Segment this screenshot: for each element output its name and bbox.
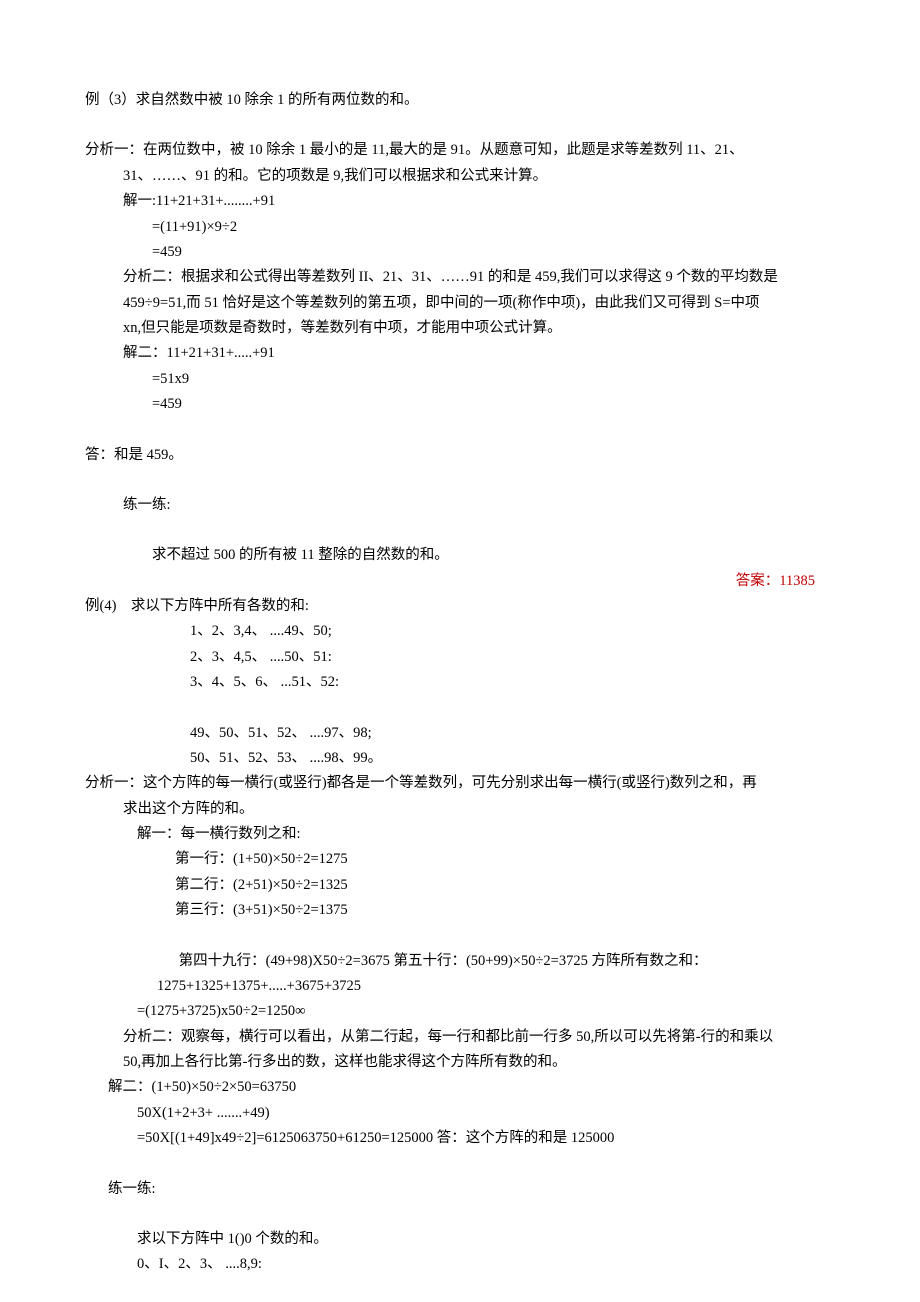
ex4-sol1-row1: 第一行：(1+50)×50÷2=1275 xyxy=(85,847,835,872)
ex4-practice-title: 练一练: xyxy=(85,1177,835,1202)
ex3-analysis1-line1: 分析一：在两位数中，被 10 除余 1 最小的是 11,最大的是 91。从题意可… xyxy=(85,138,835,163)
ex4-matrix-row3: 3、4、5、6、 ...51、52: xyxy=(85,670,835,695)
ex4-analysis1-line1: 分析一：这个方阵的每一横行(或竖行)都各是一个等差数列，可先分别求出每一横行(或… xyxy=(85,771,835,796)
ex4-sol2-line1: 解二：(1+50)×50÷2×50=63750 xyxy=(85,1075,835,1100)
ex3-sol2-line3: =459 xyxy=(85,392,835,417)
ex3-practice-answer: 答案：11385 xyxy=(736,569,815,594)
ex4-sol1-row3: 第三行：(3+51)×50÷2=1375 xyxy=(85,898,835,923)
ex3-sol1-line2: =(11+91)×9÷2 xyxy=(85,215,835,240)
ex4-analysis1-line2: 求出这个方阵的和。 xyxy=(85,797,835,822)
ex3-sol1-line3: =459 xyxy=(85,240,835,265)
ex3-answer-line: 答：和是 459。 xyxy=(85,443,835,468)
ex4-matrix-row50: 50、51、52、53、 ....98、99。 xyxy=(85,746,835,771)
ex3-analysis2-line2: 459÷9=51,而 51 恰好是这个等差数列的第五项，即中间的一项(称作中项)… xyxy=(85,291,835,316)
ex3-practice-title: 练一练: xyxy=(85,493,835,518)
ex3-analysis1-line2: 31、……、91 的和。它的项数是 9,我们可以根据求和公式来计算。 xyxy=(85,164,835,189)
ex4-sol1-line1: 解一：每一横行数列之和: xyxy=(85,822,835,847)
ex4-sol1-sum2: =(1275+3725)x50÷2=1250∞ xyxy=(85,999,835,1024)
ex3-analysis2-line3: xn,但只能是项数是奇数时，等差数列有中项，才能用中项公式计算。 xyxy=(85,316,835,341)
ex4-sol2-line3: =50X[(1+49]x49÷2]=6125063750+61250=12500… xyxy=(85,1126,835,1151)
ex4-sol1-sum1: 1275+1325+1375+.....+3675+3725 xyxy=(85,974,835,999)
ex3-title: 例（3）求自然数中被 10 除余 1 的所有两位数的和。 xyxy=(85,88,835,113)
ex4-sol2-line2: 50X(1+2+3+ .......+49) xyxy=(85,1101,835,1126)
ex4-practice-q2: 0、I、2、3、 ....8,9: xyxy=(85,1252,835,1277)
ex4-matrix-row1: 1、2、3,4、 ....49、50; xyxy=(85,619,835,644)
ex4-sol1-row49: 第四十九行：(49+98)X50÷2=3675 第五十行：(50+99)×50÷… xyxy=(85,949,835,974)
ex4-analysis2-line2: 50,再加上各行比第-行多出的数，这样也能求得这个方阵所有数的和。 xyxy=(85,1050,835,1075)
ex3-sol2-line1: 解二：11+21+31+.....+91 xyxy=(85,341,835,366)
ex4-sol1-row2: 第二行：(2+51)×50÷2=1325 xyxy=(85,873,835,898)
ex4-practice-q1: 求以下方阵中 1()0 个数的和。 xyxy=(85,1227,835,1252)
ex4-title: 例(4) 求以下方阵中所有各数的和: xyxy=(85,594,835,619)
ex3-sol2-line2: =51x9 xyxy=(85,367,835,392)
ex4-matrix-row2: 2、3、4,5、 ....50、51: xyxy=(85,645,835,670)
ex3-practice-question: 求不超过 500 的所有被 11 整除的自然数的和。 xyxy=(85,543,835,568)
ex3-sol1-line1: 解一:11+21+31+........+91 xyxy=(85,189,835,214)
ex3-analysis2-line1: 分析二：根据求和公式得出等差数列 II、21、31、……91 的和是 459,我… xyxy=(85,265,835,290)
ex4-analysis2-line1: 分析二：观察每，横行可以看出，从第二行起，每一行和都比前一行多 50,所以可以先… xyxy=(85,1025,835,1050)
ex4-matrix-row49: 49、50、51、52、 ....97、98; xyxy=(85,721,835,746)
